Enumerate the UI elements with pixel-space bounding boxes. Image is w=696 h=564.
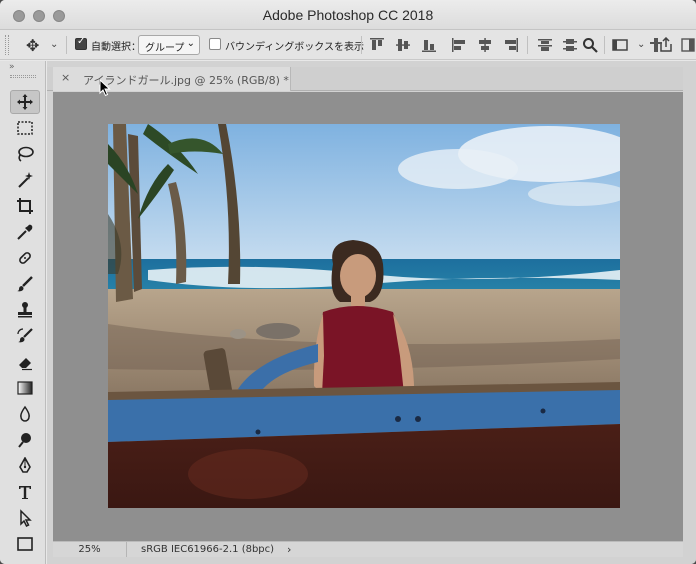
document-canvas[interactable] — [108, 124, 620, 508]
move-tool-preset-icon[interactable]: ✥ — [26, 36, 39, 55]
crop-tool-icon[interactable] — [10, 194, 40, 218]
align-left-edges-icon[interactable] — [451, 37, 467, 53]
auto-select-label: 自動選択： — [91, 42, 141, 53]
type-tool-icon[interactable] — [10, 480, 40, 504]
align-vertical-centers-icon[interactable] — [395, 37, 411, 53]
align-top-edges-icon[interactable] — [369, 37, 385, 53]
tools-panel-grip[interactable] — [10, 75, 36, 78]
window-title: Adobe Photoshop CC 2018 — [262, 7, 434, 23]
show-transform-controls-label: バウンディングボックスを表示 — [225, 42, 364, 53]
divider — [604, 36, 605, 54]
options-bar-grip[interactable] — [5, 35, 9, 55]
pen-tool-icon[interactable] — [10, 454, 40, 478]
divider — [527, 36, 528, 54]
distribute-top-edges-icon[interactable] — [537, 37, 553, 53]
document-tab[interactable]: × アイランドガール.jpg @ 25% (RGB/8) * — [53, 67, 291, 91]
clone-stamp-tool-icon[interactable] — [10, 298, 40, 322]
lasso-tool-icon[interactable] — [10, 142, 40, 166]
eraser-tool-icon[interactable] — [10, 350, 40, 374]
show-transform-controls-checkbox[interactable] — [209, 38, 221, 50]
history-brush-tool-icon[interactable] — [10, 324, 40, 348]
workspace-chevron-down-icon[interactable]: ⌄ — [637, 39, 645, 50]
blur-tool-icon[interactable] — [10, 402, 40, 426]
align-right-edges-icon[interactable] — [503, 37, 519, 53]
healing-brush-tool-icon[interactable] — [10, 246, 40, 270]
eyedropper-tool-icon[interactable] — [10, 220, 40, 244]
auto-select-checkbox[interactable] — [75, 36, 87, 50]
path-selection-tool-icon[interactable] — [10, 506, 40, 530]
tools-panel: » — [0, 61, 46, 564]
magic-wand-tool-icon[interactable] — [10, 168, 40, 192]
share-icon[interactable] — [658, 36, 674, 53]
brush-tool-icon[interactable] — [10, 272, 40, 296]
marquee-tool-icon[interactable] — [10, 116, 40, 140]
auto-select-target-value: グループ — [145, 43, 185, 54]
document-tab-title: アイランドガール.jpg @ 25% (RGB/8) * — [83, 74, 289, 87]
document-profile-info[interactable]: sRGB IEC61966-2.1 (8bpc) — [141, 544, 274, 555]
photoshop-window: Adobe Photoshop CC 2018 ✥ ⌄ 自動選択： グループ ⌄… — [0, 0, 696, 564]
gradient-tool-icon[interactable] — [10, 376, 40, 400]
close-document-icon[interactable]: × — [61, 71, 70, 84]
workspace-icon[interactable] — [612, 37, 628, 53]
tool-preset-chevron-down-icon[interactable]: ⌄ — [50, 39, 58, 50]
options-bar: ✥ ⌄ 自動選択： グループ ⌄ バウンディングボックスを表示 — [0, 30, 696, 60]
document-tab-bar: × アイランドガール.jpg @ 25% (RGB/8) * — [47, 67, 683, 91]
canvas-pasteboard[interactable] — [53, 92, 683, 541]
status-menu-arrow-icon[interactable]: › — [287, 543, 291, 556]
distribute-vertical-centers-icon[interactable] — [562, 37, 578, 53]
auto-select-target-dropdown[interactable]: グループ ⌄ — [138, 35, 200, 55]
document-area: × アイランドガール.jpg @ 25% (RGB/8) * 25% sRGB … — [47, 61, 696, 564]
align-bottom-edges-icon[interactable] — [421, 37, 437, 53]
dodge-tool-icon[interactable] — [10, 428, 40, 452]
move-tool-icon[interactable] — [10, 90, 40, 114]
collapse-panel-icon[interactable]: » — [9, 62, 14, 72]
beach-photo — [108, 124, 620, 508]
title-bar: Adobe Photoshop CC 2018 — [0, 0, 696, 30]
mouse-cursor-icon — [99, 78, 111, 101]
search-icon[interactable] — [582, 37, 598, 53]
zoom-level-field[interactable]: 25% — [53, 542, 127, 557]
panel-toggle-icon[interactable] — [680, 37, 696, 53]
chevron-down-icon: ⌄ — [186, 38, 195, 49]
divider — [361, 36, 362, 54]
rectangle-tool-icon[interactable] — [10, 532, 40, 556]
align-horizontal-centers-icon[interactable] — [477, 37, 493, 53]
divider — [66, 36, 67, 54]
status-bar: 25% sRGB IEC61966-2.1 (8bpc) › — [53, 541, 683, 557]
